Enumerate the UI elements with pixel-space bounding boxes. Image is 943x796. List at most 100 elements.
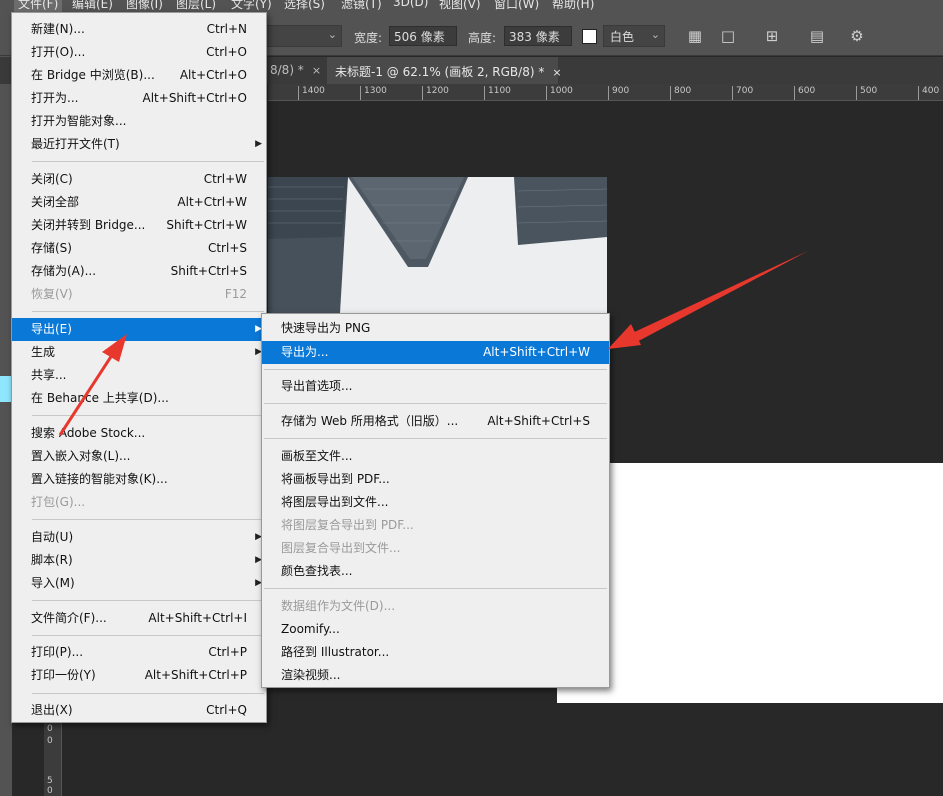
menu-item-data-sets-as-files: 数据组作为文件(D)... bbox=[281, 599, 396, 613]
ruler-tick: 1100 bbox=[484, 86, 511, 100]
menu-item-close-go-bridge[interactable]: 关闭并转到 Bridge... Shift+Ctrl+W bbox=[12, 214, 266, 237]
menu-item-save-as[interactable]: 存储为(A)... Shift+Ctrl+S bbox=[12, 260, 266, 283]
menu-item-automate[interactable]: 自动(U) ▶ bbox=[12, 526, 266, 549]
menu-item-zoomify[interactable]: Zoomify... bbox=[262, 618, 609, 641]
menu-view[interactable]: 视图(V) bbox=[439, 0, 481, 12]
ruler-tick: 1300 bbox=[360, 86, 387, 100]
ruler-tick: 0 bbox=[47, 724, 53, 734]
menu-item-place-embedded[interactable]: 置入嵌入对象(L)... bbox=[12, 445, 266, 468]
menu-item-browse-bridge[interactable]: 在 Bridge 中浏览(B)... Alt+Ctrl+O bbox=[12, 64, 266, 87]
ruler-tick: 5 bbox=[47, 776, 53, 786]
building-photo bbox=[268, 177, 607, 313]
menu-item-generate[interactable]: 生成 ▶ bbox=[12, 341, 266, 364]
menu-item-share[interactable]: 共享... bbox=[12, 364, 266, 387]
menu-separator bbox=[32, 600, 264, 601]
ruler-tick: 600 bbox=[794, 86, 815, 100]
menu-separator bbox=[32, 519, 264, 520]
tab-label: 未标题-1 @ 62.1% (画板 2, RGB/8) * bbox=[335, 65, 545, 79]
menu-image[interactable]: 图像(I) bbox=[126, 0, 163, 12]
width-label: 宽度: bbox=[354, 31, 383, 45]
menu-item-paths-to-illustrator[interactable]: 路径到 Illustrator... bbox=[262, 641, 609, 664]
gear-icon[interactable]: ⚙ bbox=[846, 26, 868, 46]
close-icon[interactable]: × bbox=[552, 66, 561, 79]
menu-item-render-video[interactable]: 渲染视频... bbox=[262, 664, 609, 687]
menu-window[interactable]: 窗口(W) bbox=[494, 0, 539, 12]
tab-document-2[interactable]: 未标题-1 @ 62.1% (画板 2, RGB/8) * × bbox=[327, 57, 562, 84]
menu-item-open-as[interactable]: 打开为... Alt+Shift+Ctrl+O bbox=[12, 87, 266, 110]
menu-item-print-one[interactable]: 打印一份(Y) Alt+Shift+Ctrl+P bbox=[12, 664, 266, 687]
height-label: 高度: bbox=[468, 31, 497, 45]
menu-item-open-smart-object[interactable]: 打开为智能对象... bbox=[12, 110, 266, 133]
menu-item-export[interactable]: 导出(E) ▶ bbox=[12, 318, 266, 341]
menu-item-share-behance[interactable]: 在 Behance 上共享(D)... bbox=[12, 387, 266, 410]
preset-select[interactable]: ⌄ bbox=[262, 25, 342, 47]
menu-edit[interactable]: 编辑(E) bbox=[72, 0, 113, 12]
menu-separator bbox=[264, 369, 607, 370]
menu-item-layer-comps-to-pdf: 将图层复合导出到 PDF... bbox=[281, 518, 414, 532]
menu-item-export-preferences[interactable]: 导出首选项... bbox=[262, 375, 609, 398]
artboard-white bbox=[557, 463, 943, 703]
arrow-to-export-as bbox=[608, 251, 808, 349]
menu-item-save-for-web[interactable]: 存储为 Web 所用格式（旧版）... Alt+Shift+Ctrl+S bbox=[262, 410, 609, 433]
ruler-tick: 1200 bbox=[422, 86, 449, 100]
ruler-tick: 1000 bbox=[546, 86, 573, 100]
menu-item-quick-export-png[interactable]: 快速导出为 PNG bbox=[262, 317, 609, 340]
menu-item-close[interactable]: 关闭(C) Ctrl+W bbox=[12, 168, 266, 191]
menu-type[interactable]: 文字(Y) bbox=[231, 0, 272, 12]
menu-item-recent-files[interactable]: 最近打开文件(T) ▶ bbox=[12, 133, 266, 156]
menu-separator bbox=[32, 311, 264, 312]
align-icon[interactable]: ▤ bbox=[806, 26, 828, 46]
menu-item-new[interactable]: 新建(N)... Ctrl+N bbox=[12, 18, 266, 41]
ruler-tick: 400 bbox=[918, 86, 939, 100]
add-artboard-icon[interactable]: ⊞ bbox=[761, 26, 783, 46]
ruler-tick: 700 bbox=[732, 86, 753, 100]
menu-item-place-linked[interactable]: 置入链接的智能对象(K)... bbox=[12, 468, 266, 491]
file-menu: 新建(N)... Ctrl+N 打开(O)... Ctrl+O 在 Bridge 中… bbox=[11, 12, 267, 723]
menu-separator bbox=[32, 415, 264, 416]
tab-document-1[interactable]: 8/8) * × bbox=[262, 57, 327, 84]
menu-layer[interactable]: 图层(L) bbox=[176, 0, 216, 12]
menu-item-close-all[interactable]: 关闭全部 Alt+Ctrl+W bbox=[12, 191, 266, 214]
menu-filter[interactable]: 滤镜(T) bbox=[341, 0, 382, 12]
menu-item-import[interactable]: 导入(M) ▶ bbox=[12, 572, 266, 595]
menu-item-scripts[interactable]: 脚本(R) ▶ bbox=[12, 549, 266, 572]
ruler-tick: 900 bbox=[608, 86, 629, 100]
menu-file[interactable]: 文件(F) bbox=[14, 0, 63, 12]
menu-item-exit[interactable]: 退出(X) Ctrl+Q bbox=[12, 699, 266, 722]
menu-separator bbox=[32, 635, 264, 636]
menu-3d[interactable]: 3D(D) bbox=[393, 0, 428, 9]
ruler-tick: 0 bbox=[47, 736, 53, 746]
ruler-tick: 800 bbox=[670, 86, 691, 100]
menu-item-layers-to-files[interactable]: 将图层导出到文件... bbox=[262, 491, 609, 514]
horizontal-ruler: 1400 1300 1200 1100 1000 900 800 700 600… bbox=[268, 84, 943, 101]
menu-item-save[interactable]: 存储(S) Ctrl+S bbox=[12, 237, 266, 260]
chevron-down-icon: ⌄ bbox=[650, 28, 660, 41]
menu-item-search-stock[interactable]: 搜索 Adobe Stock... bbox=[12, 422, 266, 445]
menu-bar: 文件(F) 编辑(E) 图像(I) 图层(L) 文字(Y) 选择(S) 滤镜(T… bbox=[0, 0, 943, 12]
artboard-icon[interactable]: □ bbox=[717, 26, 739, 46]
menu-item-print[interactable]: 打印(P)... Ctrl+P bbox=[12, 641, 266, 664]
menu-separator bbox=[32, 693, 264, 694]
transform-icon[interactable]: ▦ bbox=[684, 26, 706, 46]
color-select-value: 白色 bbox=[610, 30, 635, 44]
menu-item-color-lookup-tables[interactable]: 颜色查找表... bbox=[262, 560, 609, 583]
tab-label: 8/8) * bbox=[270, 63, 304, 77]
menu-item-open[interactable]: 打开(O)... Ctrl+O bbox=[12, 41, 266, 64]
menu-item-revert: 恢复(V) F12 bbox=[31, 287, 247, 301]
width-input[interactable]: 506 像素 bbox=[389, 26, 457, 46]
menu-item-package: 打包(G)... bbox=[31, 495, 86, 509]
menu-separator bbox=[32, 161, 264, 162]
vertical-ruler: 0 0 5 0 bbox=[44, 720, 62, 796]
ruler-tick: 500 bbox=[856, 86, 877, 100]
menu-item-file-info[interactable]: 文件简介(F)... Alt+Shift+Ctrl+I bbox=[12, 607, 266, 630]
height-input[interactable]: 383 像素 bbox=[504, 26, 572, 46]
close-icon[interactable]: × bbox=[312, 64, 321, 77]
menu-item-artboards-to-pdf[interactable]: 将画板导出到 PDF... bbox=[262, 468, 609, 491]
menu-help[interactable]: 帮助(H) bbox=[552, 0, 594, 12]
color-swatch[interactable] bbox=[582, 29, 597, 44]
menu-separator bbox=[264, 588, 607, 589]
menu-item-artboards-to-files[interactable]: 画板至文件... bbox=[262, 445, 609, 468]
menu-select[interactable]: 选择(S) bbox=[284, 0, 325, 12]
menu-item-export-as[interactable]: 导出为... Alt+Shift+Ctrl+W bbox=[262, 341, 609, 364]
color-select[interactable]: 白色 ⌄ bbox=[603, 25, 665, 47]
